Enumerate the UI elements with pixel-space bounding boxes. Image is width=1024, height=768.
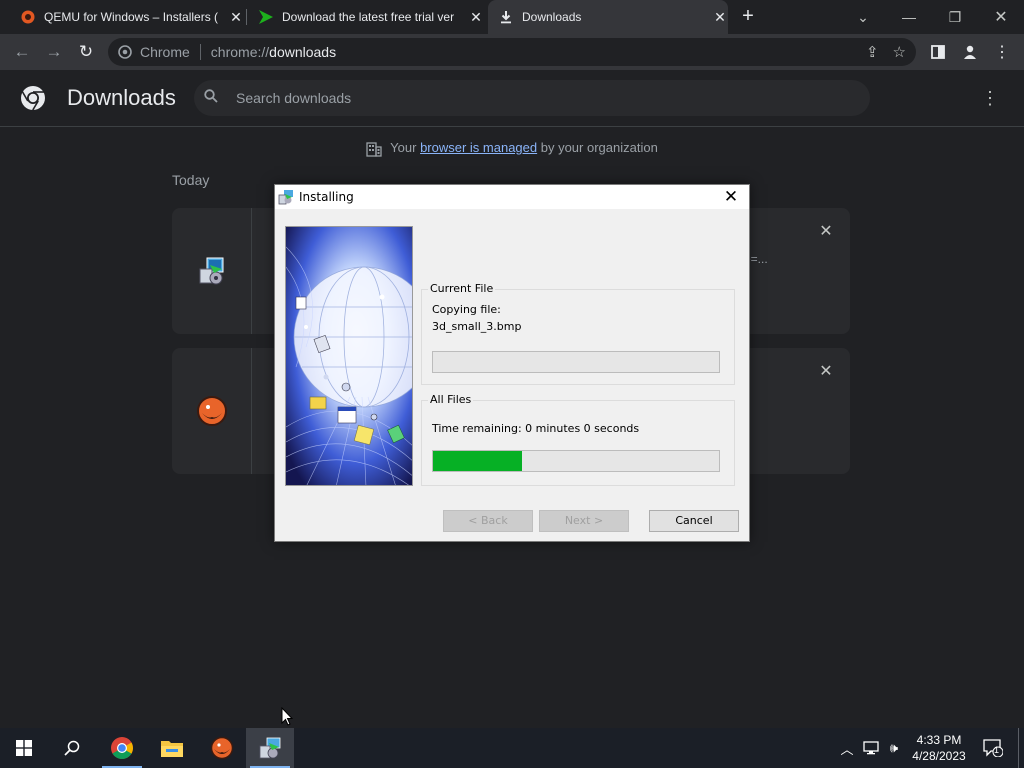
- taskbar-installer[interactable]: [246, 728, 294, 768]
- dialog-title: Installing: [299, 190, 354, 204]
- chrome-logo-icon: [21, 86, 45, 111]
- download-icon: [498, 9, 514, 25]
- current-file-group: Current File Copying file: 3d_small_3.bm…: [421, 282, 735, 385]
- all-files-label: All Files: [428, 393, 474, 406]
- restore-button[interactable]: ❐: [932, 0, 978, 34]
- managed-link[interactable]: browser is managed: [420, 140, 537, 155]
- forward-button[interactable]: →: [42, 40, 66, 64]
- qemu-icon: [20, 9, 36, 25]
- chrome-icon: [118, 45, 132, 59]
- close-tab-icon[interactable]: ✕: [468, 9, 484, 25]
- url-scheme: chrome://: [210, 44, 270, 60]
- volume-icon[interactable]: 🕪: [884, 728, 904, 768]
- all-files-progress-bar: [432, 450, 720, 472]
- cancel-button[interactable]: Cancel: [649, 510, 739, 532]
- more-actions-icon[interactable]: ⋮: [980, 88, 1000, 108]
- search-input[interactable]: [236, 90, 836, 106]
- clock[interactable]: 4:33 PM 4/28/2023: [908, 732, 970, 764]
- chrome-menu-icon[interactable]: ⋮: [990, 40, 1014, 64]
- taskbar: ︿ 🕪 4:33 PM 4/28/2023 1: [0, 728, 1024, 768]
- back-button[interactable]: < Back: [443, 510, 533, 532]
- window-close-button[interactable]: ✕: [978, 0, 1024, 34]
- mouse-cursor-icon: [281, 707, 293, 726]
- windows-icon: [16, 740, 32, 756]
- dialog-close-icon[interactable]: ✕: [721, 187, 741, 207]
- all-files-progress-fill: [433, 451, 522, 471]
- remove-download-icon[interactable]: ✕: [818, 224, 834, 240]
- notification-count: 1: [994, 745, 1000, 755]
- show-desktop-button[interactable]: [1018, 728, 1019, 768]
- close-tab-icon[interactable]: ✕: [712, 9, 728, 25]
- current-file-name: 3d_small_3.bmp: [432, 320, 522, 333]
- show-hidden-icons-icon[interactable]: ︿: [838, 728, 856, 768]
- reload-button[interactable]: ↻: [74, 40, 98, 64]
- search-button[interactable]: [48, 728, 96, 768]
- bookmark-star-icon[interactable]: ☆: [893, 43, 906, 61]
- qemu-icon: [210, 736, 234, 760]
- installer-banner-image: [285, 226, 413, 486]
- site-chip[interactable]: Chrome: [108, 44, 190, 60]
- file-icon-column: [172, 348, 252, 474]
- side-panel-icon[interactable]: [926, 40, 950, 64]
- tab-title: Downloads: [522, 10, 582, 24]
- browser-toolbar: ← → ↻ Chrome chrome://downloads ⇪ ☆ ⋮: [0, 34, 1024, 70]
- tab-title: QEMU for Windows – Installers (: [44, 10, 219, 24]
- tab-downloads[interactable]: Downloads ✕: [488, 0, 728, 34]
- installer-icon: [199, 257, 223, 285]
- site-chip-label: Chrome: [140, 44, 190, 60]
- installer-icon: [278, 190, 293, 205]
- notifications-icon[interactable]: 1: [980, 728, 1006, 768]
- building-icon: [366, 141, 382, 157]
- remove-download-icon[interactable]: ✕: [818, 364, 834, 380]
- installer-dialog: Installing ✕ Current File Copying file: …: [274, 184, 750, 542]
- managed-suffix: by your organization: [537, 140, 658, 155]
- downloads-header: Downloads ⋮: [0, 70, 1024, 127]
- url-text: chrome://downloads: [211, 44, 336, 60]
- managed-prefix: Your: [390, 140, 421, 155]
- tab-strip: QEMU for Windows – Installers ( ✕ Downlo…: [0, 0, 1024, 34]
- omnibox-separator: [199, 44, 201, 60]
- current-file-label: Current File: [428, 282, 496, 295]
- start-button[interactable]: [0, 728, 48, 768]
- address-bar[interactable]: Chrome chrome://downloads ⇪ ☆: [108, 38, 916, 66]
- taskbar-chrome[interactable]: [98, 728, 146, 768]
- close-tab-icon[interactable]: ✕: [228, 9, 244, 25]
- new-tab-button[interactable]: +: [737, 5, 759, 27]
- page-title: Downloads: [67, 85, 176, 110]
- copying-label: Copying file:: [432, 303, 501, 316]
- network-icon[interactable]: [860, 728, 882, 768]
- folder-icon: [161, 741, 183, 757]
- share-icon[interactable]: ⇪: [866, 43, 879, 61]
- tab-title: Download the latest free trial ver: [282, 10, 455, 24]
- chrome-icon: [111, 737, 133, 759]
- current-file-progress-bar: [432, 351, 720, 373]
- managed-notice: Your browser is managed by your organiza…: [0, 140, 1024, 157]
- tab-separator: [246, 9, 247, 25]
- profile-icon[interactable]: [958, 40, 982, 64]
- minimize-button[interactable]: —: [886, 0, 932, 34]
- clock-time: 4:33 PM: [916, 733, 962, 747]
- file-icon-column: [172, 208, 252, 334]
- installer-icon: [259, 737, 281, 759]
- url-host: downloads: [269, 44, 337, 60]
- time-remaining-text: Time remaining: 0 minutes 0 seconds: [432, 422, 640, 435]
- search-icon: [64, 740, 80, 756]
- qemu-icon: [196, 396, 227, 426]
- taskbar-file-explorer[interactable]: [148, 728, 196, 768]
- arrow-icon: [258, 9, 274, 25]
- tab-qemu[interactable]: QEMU for Windows – Installers ( ✕: [8, 0, 244, 34]
- next-button[interactable]: Next >: [539, 510, 629, 532]
- clock-date: 4/28/2023: [912, 749, 966, 763]
- section-heading: Today: [172, 172, 210, 188]
- dialog-titlebar[interactable]: Installing ✕: [275, 185, 749, 209]
- taskbar-qemu[interactable]: [198, 728, 246, 768]
- all-files-group: All Files Time remaining: 0 minutes 0 se…: [421, 393, 735, 486]
- tab-trial[interactable]: Download the latest free trial ver ✕: [248, 0, 484, 34]
- back-button[interactable]: ←: [10, 40, 34, 64]
- search-icon: [204, 89, 222, 107]
- tab-search-icon[interactable]: ⌄: [840, 0, 886, 34]
- search-box[interactable]: [194, 80, 870, 116]
